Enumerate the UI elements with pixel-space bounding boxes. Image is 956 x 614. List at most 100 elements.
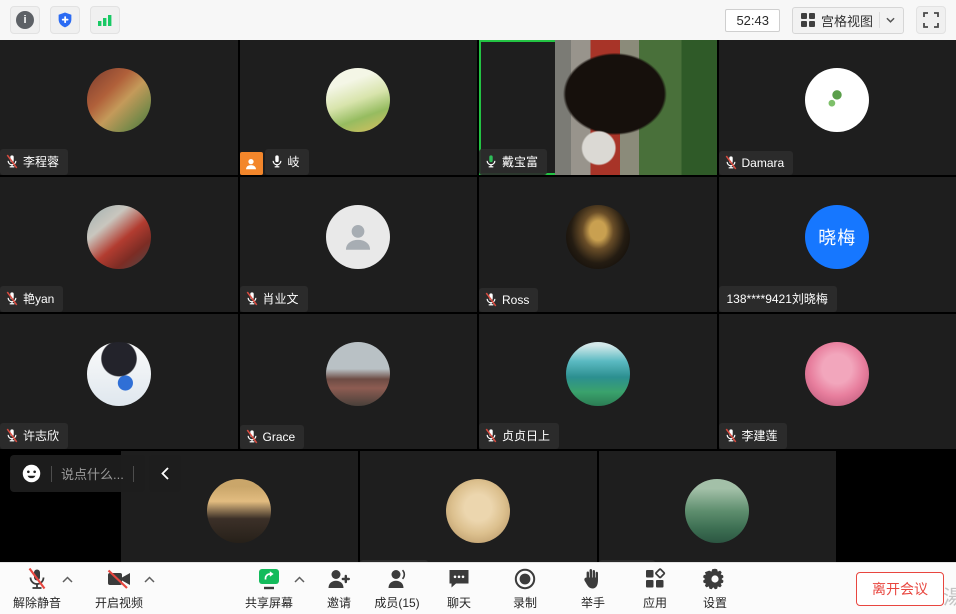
settings-gear-icon [703, 567, 727, 591]
chevron-left-icon [161, 467, 169, 480]
avatar [685, 479, 749, 543]
participant-name-chip: 艳yan [0, 286, 63, 312]
share-options-chevron[interactable] [294, 572, 305, 586]
bottom-toolbar: 解除静音 开启视频 共享屏幕 [0, 562, 956, 614]
members-button[interactable]: 成员(15) [368, 567, 426, 611]
participant-name-chip: 138****9421刘晓梅 [719, 286, 837, 312]
chat-collapse-button[interactable] [149, 455, 181, 492]
leave-meeting-button[interactable]: 离开会议 [856, 572, 944, 606]
participant-name: 138****9421刘晓梅 [727, 290, 828, 307]
meeting-timer: 52:43 [725, 9, 780, 32]
participant-tile[interactable]: 戴宝富 [479, 40, 717, 175]
start-video-button[interactable]: 开启视频 [90, 567, 148, 611]
apps-label: 应用 [643, 594, 667, 611]
host-badge [240, 152, 263, 175]
participant-name-chip: 李程蓉 [0, 149, 68, 175]
participant-name-chip: Grace [240, 425, 305, 449]
participant-tile[interactable]: 相明雨 [360, 451, 597, 562]
divider [133, 466, 134, 482]
participant-name-chip: 戴宝富 [479, 149, 547, 175]
participant-name: 李建莲 [742, 427, 778, 444]
invite-button[interactable]: 邀请 [310, 567, 368, 611]
participant-tile[interactable]: 李建莲 [719, 314, 956, 449]
video-options-chevron[interactable] [144, 572, 155, 586]
tile-footer: 岐 [240, 149, 309, 175]
tile-footer: Ross [479, 288, 538, 312]
participant-tile[interactable]: 艳yan [0, 177, 238, 312]
fullscreen-button[interactable] [916, 6, 946, 34]
participant-tile[interactable]: 岐 [240, 40, 478, 175]
participant-name: 肖业文 [263, 290, 299, 307]
participant-tile[interactable]: Damara [719, 40, 956, 175]
participant-tile[interactable]: 李程蓉 [0, 40, 238, 175]
participant-name: Damara [742, 156, 785, 170]
meeting-info-button[interactable]: i [10, 6, 40, 34]
participant-name: 贞贞日上 [502, 427, 550, 444]
chat-input[interactable]: 说点什么... [10, 455, 145, 492]
participant-name-chip: 岐 [265, 149, 309, 175]
participant-name-chip: 许志欣 [0, 423, 68, 449]
avatar [566, 342, 630, 406]
grid-view-icon [801, 13, 815, 27]
share-screen-button[interactable]: 共享屏幕 [240, 567, 298, 611]
mic-muted-icon [25, 567, 49, 591]
network-status-button[interactable] [90, 6, 120, 34]
chat-bubble-icon [447, 567, 471, 591]
participant-tile[interactable]: 贞贞日上 [479, 314, 717, 449]
top-bar: i 52:43 宫格视图 [0, 0, 956, 40]
raise-hand-icon [582, 567, 604, 591]
mic-muted-icon [6, 291, 18, 306]
watermark: 湯 [943, 581, 956, 610]
emoji-icon [21, 463, 42, 484]
layout-view-button[interactable]: 宫格视图 [792, 7, 904, 34]
participant-name: 艳yan [23, 290, 54, 307]
tile-footer: Grace [240, 425, 305, 449]
chat-label: 聊天 [447, 594, 471, 611]
chat-button[interactable]: 聊天 [430, 567, 488, 611]
mic-on-icon [271, 154, 283, 169]
participant-tile[interactable]: Ross [479, 177, 717, 312]
mic-options-chevron[interactable] [62, 572, 73, 586]
record-icon [513, 567, 537, 591]
unmute-label: 解除静音 [13, 594, 61, 611]
participant-name-chip: 李建莲 [719, 423, 787, 449]
raise-hand-button[interactable]: 举手 [564, 567, 622, 611]
tile-footer: 艳yan [0, 286, 63, 312]
avatar [805, 68, 869, 132]
mic-muted-icon [725, 428, 737, 443]
shield-plus-icon [56, 11, 74, 29]
record-label: 录制 [513, 594, 537, 611]
settings-button[interactable]: 设置 [686, 567, 744, 611]
share-screen-label: 共享屏幕 [245, 594, 293, 611]
avatar [326, 342, 390, 406]
members-icon [384, 567, 410, 591]
participant-tile[interactable]: 肖业文 [240, 177, 478, 312]
fullscreen-icon [923, 12, 939, 28]
avatar [566, 205, 630, 269]
tile-footer: 戴宝富 [479, 149, 547, 175]
divider [51, 466, 52, 482]
meeting-window: i 52:43 宫格视图 [0, 0, 956, 614]
participant-tile[interactable]: 昊宁 [599, 451, 836, 562]
mic-muted-icon [6, 154, 18, 169]
avatar [805, 342, 869, 406]
participant-tile[interactable]: 许志欣 [0, 314, 238, 449]
settings-label: 设置 [703, 594, 727, 611]
raise-hand-label: 举手 [581, 594, 605, 611]
participant-name: 许志欣 [23, 427, 59, 444]
participant-name: Grace [263, 430, 296, 444]
participant-name-chip: 贞贞日上 [479, 423, 559, 449]
mic-muted-icon [485, 428, 497, 443]
participant-tile[interactable]: 晓梅138****9421刘晓梅 [719, 177, 956, 312]
layout-view-label: 宫格视图 [821, 11, 873, 30]
mic-muted-icon [246, 291, 258, 306]
avatar [446, 479, 510, 543]
security-button[interactable] [50, 6, 80, 34]
apps-button[interactable]: 应用 [626, 567, 684, 611]
unmute-button[interactable]: 解除静音 [8, 567, 66, 611]
participant-tile[interactable]: Grace [240, 314, 478, 449]
mic-muted-icon [246, 429, 258, 444]
avatar [87, 205, 151, 269]
record-button[interactable]: 录制 [496, 567, 554, 611]
tile-footer: 138****9421刘晓梅 [719, 286, 837, 312]
